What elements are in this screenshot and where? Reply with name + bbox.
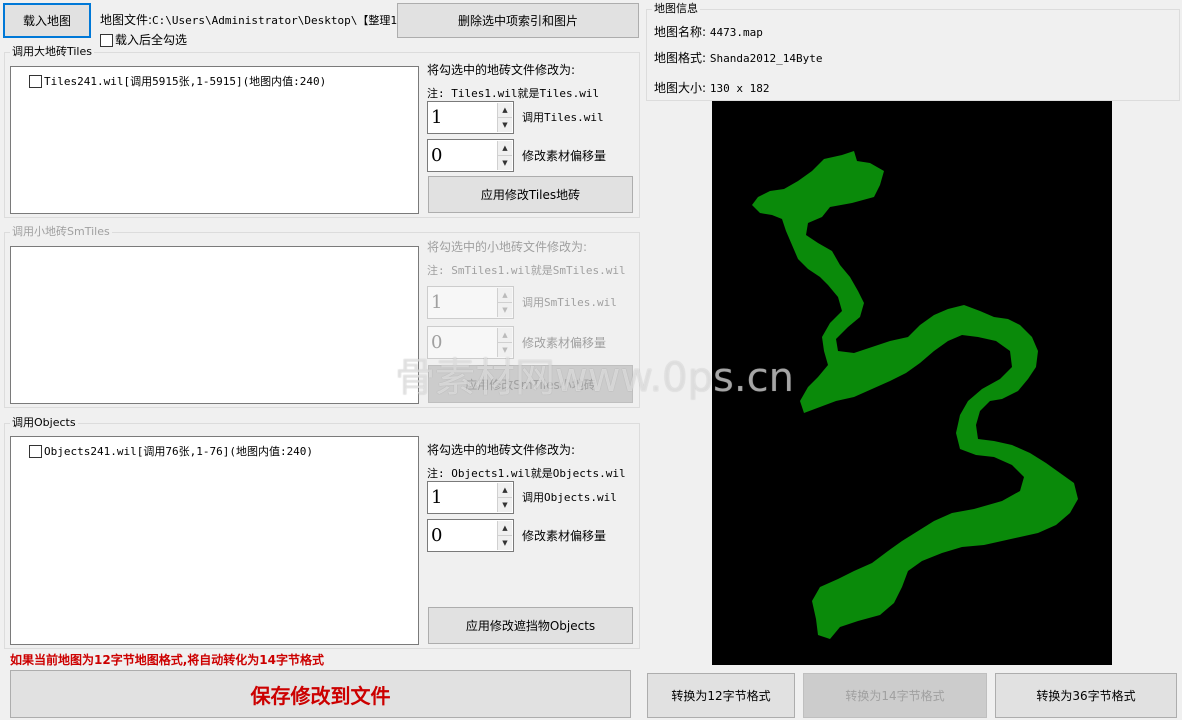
spin-up-icon[interactable]: ▲ [498, 328, 512, 342]
map-file-label: 地图文件: [100, 13, 153, 27]
tiles-offset-label: 修改素材偏移量 [522, 149, 607, 163]
select-all-after-load-checkbox[interactable]: 载入后全勾选 [100, 33, 187, 47]
checkbox-box[interactable] [100, 33, 113, 47]
tiles-modify-label: 将勾选中的地砖文件修改为: [427, 63, 576, 77]
spin-up-icon[interactable]: ▲ [498, 483, 512, 497]
map-file-path: 地图文件:C:\Users\Administrator\Desktop\【整理1… [100, 13, 415, 28]
smtiles-index-stepper[interactable]: 1 ▲ ▼ [427, 286, 514, 319]
spin-up-icon[interactable]: ▲ [498, 141, 512, 155]
tiles-listbox[interactable]: Tiles241.wil[调用5915张,1-5915](地图内值:240) [10, 66, 419, 214]
minimap[interactable] [712, 101, 1112, 665]
tiles-offset-value: 0 [431, 145, 443, 166]
save-button[interactable]: 保存修改到文件 [10, 670, 631, 718]
list-item-checkbox[interactable] [29, 74, 42, 88]
smtiles-offset-stepper[interactable]: 0 ▲ ▼ [427, 326, 514, 359]
convert-12byte-button[interactable]: 转换为12字节格式 [647, 673, 795, 718]
spin-down-icon[interactable]: ▼ [498, 342, 512, 357]
map-format-label: 地图格式: [654, 51, 707, 65]
list-item-label: Tiles241.wil[调用5915张,1-5915](地图内值:240) [44, 75, 327, 88]
minimap-land-shape [752, 151, 1078, 639]
map-size-row: 地图大小: 130 x 182 [654, 81, 769, 96]
smtiles-index-value: 1 [431, 292, 443, 313]
smtiles-listbox[interactable] [10, 246, 419, 404]
spin-up-icon[interactable]: ▲ [498, 103, 512, 117]
smtiles-index-label: 调用SmTiles.wil [522, 296, 617, 309]
convert-14byte-button[interactable]: 转换为14字节格式 [803, 673, 987, 718]
tiles-index-stepper[interactable]: 1 ▲ ▼ [427, 101, 514, 134]
tiles-note: 注: Tiles1.wil就是Tiles.wil [427, 87, 600, 100]
objects-offset-stepper[interactable]: 0 ▲ ▼ [427, 519, 514, 552]
map-size-label: 地图大小: [654, 81, 707, 95]
map-info-title: 地图信息 [652, 2, 700, 16]
objects-index-value: 1 [431, 487, 443, 508]
map-name-label: 地图名称: [654, 25, 707, 39]
tiles-group-title: 调用大地砖Tiles [10, 45, 94, 59]
spin-up-icon[interactable]: ▲ [498, 521, 512, 535]
apply-tiles-button[interactable]: 应用修改Tiles地砖 [428, 176, 633, 213]
objects-note: 注: Objects1.wil就是Objects.wil [427, 467, 626, 480]
select-all-after-load-label: 载入后全勾选 [115, 33, 188, 47]
spin-down-icon[interactable]: ▼ [498, 155, 512, 170]
map-format-value: Shanda2012_14Byte [709, 52, 823, 65]
smtiles-offset-value: 0 [431, 332, 443, 353]
list-item-label: Objects241.wil[调用76张,1-76](地图内值:240) [44, 445, 314, 458]
tiles-index-value: 1 [431, 107, 443, 128]
map-format-row: 地图格式: Shanda2012_14Byte [654, 51, 822, 66]
map-name-row: 地图名称: 4473.map [654, 25, 763, 40]
objects-index-label: 调用Objects.wil [522, 491, 617, 504]
objects-offset-value: 0 [431, 525, 443, 546]
delete-selected-button[interactable]: 删除选中项索引和图片 [397, 3, 639, 38]
map-file-value: C:\Users\Administrator\Desktop\【整理12】 [152, 14, 415, 27]
tiles-index-label: 调用Tiles.wil [522, 111, 604, 124]
smtiles-offset-label: 修改素材偏移量 [522, 336, 607, 350]
objects-group-title: 调用Objects [10, 416, 78, 430]
format-warning: 如果当前地图为12字节地图格式,将自动转化为14字节格式 [10, 653, 324, 667]
spin-down-icon[interactable]: ▼ [498, 302, 512, 317]
list-item[interactable]: Objects241.wil[调用76张,1-76](地图内值:240) [29, 443, 313, 459]
spin-down-icon[interactable]: ▼ [498, 497, 512, 512]
spin-down-icon[interactable]: ▼ [498, 535, 512, 550]
spin-down-icon[interactable]: ▼ [498, 117, 512, 132]
tiles-offset-stepper[interactable]: 0 ▲ ▼ [427, 139, 514, 172]
convert-36byte-button[interactable]: 转换为36字节格式 [995, 673, 1177, 718]
smtiles-modify-label: 将勾选中的小地砖文件修改为: [427, 240, 588, 254]
spin-up-icon[interactable]: ▲ [498, 288, 512, 302]
objects-offset-label: 修改素材偏移量 [522, 529, 607, 543]
map-name-value: 4473.map [709, 26, 763, 39]
objects-listbox[interactable]: Objects241.wil[调用76张,1-76](地图内值:240) [10, 436, 419, 645]
smtiles-note: 注: SmTiles1.wil就是SmTiles.wil [427, 264, 626, 277]
objects-modify-label: 将勾选中的地砖文件修改为: [427, 443, 576, 457]
load-map-button[interactable]: 载入地图 [3, 3, 91, 38]
apply-smtiles-button[interactable]: 应用修改SmTiles小地砖 [428, 365, 633, 403]
map-size-value: 130 x 182 [709, 82, 770, 95]
smtiles-group-title: 调用小地砖SmTiles [10, 225, 112, 239]
apply-objects-button[interactable]: 应用修改遮挡物Objects [428, 607, 633, 644]
objects-index-stepper[interactable]: 1 ▲ ▼ [427, 481, 514, 514]
list-item[interactable]: Tiles241.wil[调用5915张,1-5915](地图内值:240) [29, 73, 326, 89]
list-item-checkbox[interactable] [29, 444, 42, 458]
